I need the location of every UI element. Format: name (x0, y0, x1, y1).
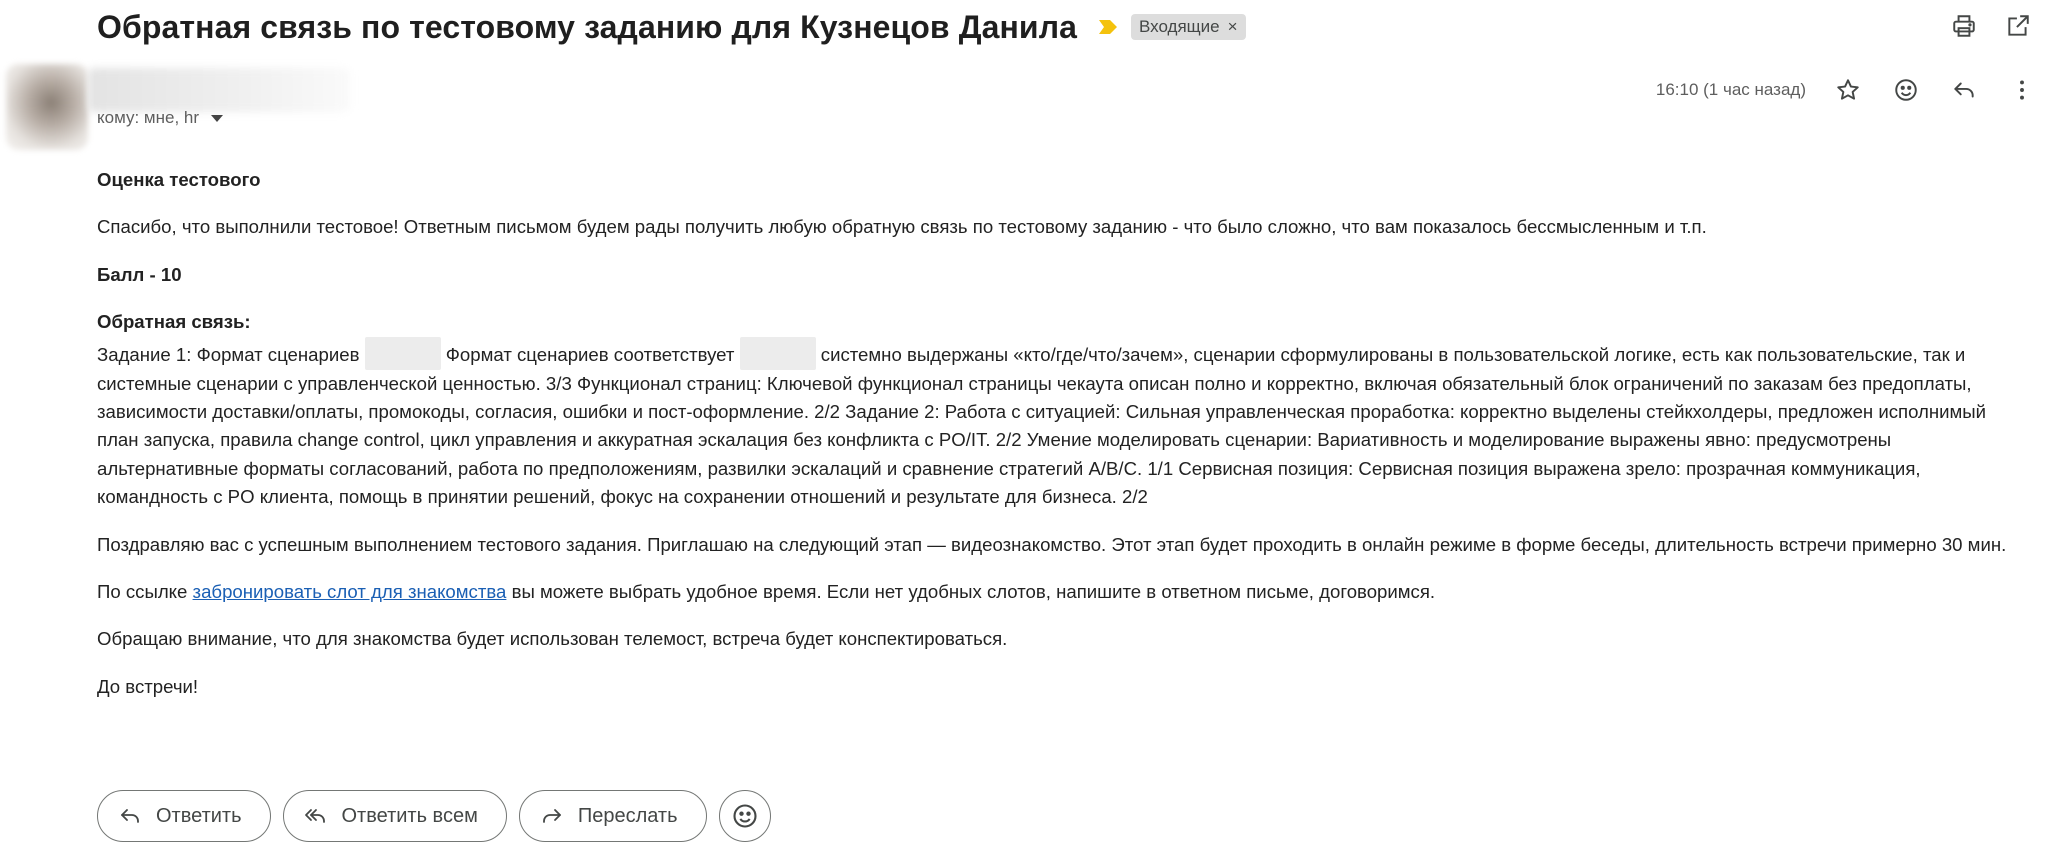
message-meta: 16:10 (1 час назад) (1656, 72, 2048, 108)
inbox-label-text: Входящие (1139, 17, 1220, 36)
body-paragraph-link: По ссылке забронировать слот для знакомс… (97, 578, 2017, 606)
reply-all-button[interactable]: Ответить всем (282, 790, 507, 842)
remove-label-icon[interactable]: × (1228, 17, 1238, 37)
reply-button[interactable]: Ответить (97, 790, 271, 842)
emoji-reaction-button[interactable] (718, 790, 771, 842)
reply-all-button-label: Ответить всем (341, 804, 478, 827)
recipients-text: кому: мне, hr (97, 108, 199, 127)
print-icon[interactable] (1948, 10, 1980, 42)
reply-icon (121, 809, 139, 823)
reply-button-label: Ответить (156, 804, 242, 827)
feedback-segment-1: Задание 1: Формат сценариев (97, 343, 360, 365)
body-paragraph-thanks: Спасибо, что выполнили тестовое! Ответны… (97, 216, 1707, 238)
body-heading: Оценка тестового (97, 169, 261, 190)
body-paragraph-closing: До встречи! (97, 675, 199, 697)
forward-button[interactable]: Переслать (518, 790, 707, 842)
message-time: 16:10 (1 час назад) (1655, 80, 1806, 99)
score-text: Балл - 10 (97, 263, 182, 285)
email-body: Оценка тестового Спасибо, что выполнили … (97, 166, 2017, 720)
sender-name-redacted (88, 68, 350, 112)
recipients-toggle[interactable]: кому: мне, hr (97, 108, 223, 128)
reply-actions: Ответить Ответить всем Переслать (97, 790, 771, 842)
reply-all-icon (304, 809, 325, 823)
redacted-block (364, 336, 441, 370)
emoji-icon (732, 804, 757, 828)
feedback-segment-2: Формат сценариев соответствует (445, 343, 735, 365)
feedback-title: Обратная связь: (97, 311, 251, 333)
redacted-block (739, 336, 816, 370)
sender-avatar[interactable] (6, 64, 88, 150)
forward-icon (542, 809, 561, 823)
importance-marker-icon[interactable] (1099, 20, 1118, 34)
forward-button-label: Переслать (577, 804, 678, 827)
email-subject: Обратная связь по тестовому заданию для … (97, 8, 1078, 45)
subject-row: Обратная связь по тестовому заданию для … (97, 4, 2048, 50)
reply-icon[interactable] (1948, 74, 1980, 106)
star-icon[interactable] (1832, 74, 1864, 106)
caret-down-icon (211, 114, 223, 122)
body-paragraph-congrats: Поздравляю вас с успешным выполнением те… (97, 533, 2007, 555)
top-actions (1948, 10, 2034, 42)
feedback-text: Задание 1: Формат сценариев Формат сцена… (97, 336, 2017, 512)
body-paragraph-notice: Обращаю внимание, что для знакомства буд… (97, 628, 1008, 650)
open-in-new-window-icon[interactable] (2002, 10, 2034, 42)
inbox-label: Входящие × (1131, 14, 1246, 40)
booking-link[interactable]: забронировать слот для знакомства (193, 581, 507, 602)
link-prefix: По ссылке (97, 581, 188, 603)
link-suffix: вы можете выбрать удобное время. Если не… (511, 581, 1436, 603)
more-vertical-icon[interactable] (2006, 74, 2038, 106)
emoji-icon[interactable] (1890, 74, 1922, 106)
